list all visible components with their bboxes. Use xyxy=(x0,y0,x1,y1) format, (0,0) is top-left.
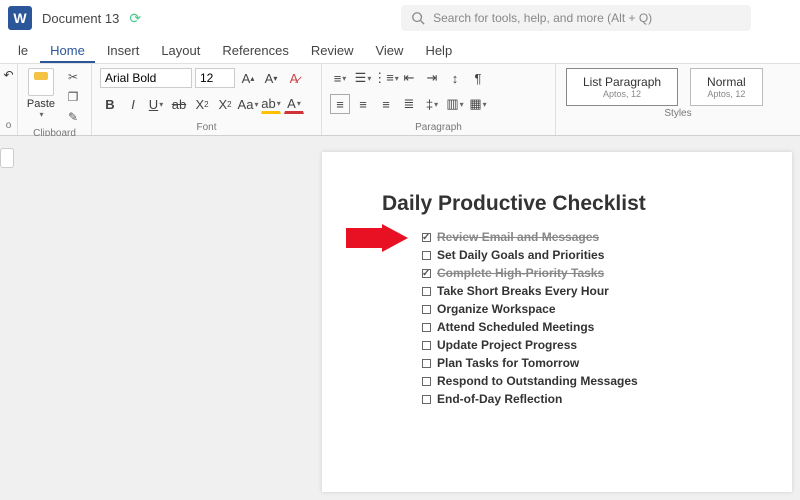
align-center-button[interactable]: ≡ xyxy=(353,94,373,114)
checkbox-icon[interactable] xyxy=(422,323,431,332)
underline-button[interactable]: U▾ xyxy=(146,94,166,114)
checklist-item[interactable]: Plan Tasks for Tomorrow xyxy=(422,354,762,372)
checkbox-icon[interactable] xyxy=(422,233,431,242)
search-box[interactable]: Search for tools, help, and more (Alt + … xyxy=(401,5,751,31)
clipboard-group: Paste ▾ ✂ ❐ ✎ Clipboard xyxy=(18,64,92,135)
bold-button[interactable]: B xyxy=(100,94,120,114)
checklist-item[interactable]: Attend Scheduled Meetings xyxy=(422,318,762,336)
checkbox-icon[interactable] xyxy=(422,287,431,296)
multilevel-button[interactable]: ⋮≡▾ xyxy=(376,68,396,88)
indent-inc-button[interactable]: ⇥ xyxy=(422,68,442,88)
justify-button[interactable]: ≣ xyxy=(399,94,419,114)
document-area: Daily Productive Checklist Review Email … xyxy=(0,136,800,500)
bullets-button[interactable]: ≡▾ xyxy=(330,68,350,88)
style-card[interactable]: List ParagraphAptos, 12 xyxy=(566,68,678,106)
side-pane-tab[interactable] xyxy=(0,148,14,168)
grow-font-icon[interactable]: A▴ xyxy=(238,68,258,88)
paste-icon xyxy=(28,68,54,96)
font-label: Font xyxy=(100,122,313,133)
menu-view[interactable]: View xyxy=(365,38,413,63)
ribbon: ↶ o Paste ▾ ✂ ❐ ✎ Clipboard A▴ A▾ A̷ xyxy=(0,64,800,136)
menu-bar: leHomeInsertLayoutReferencesReviewViewHe… xyxy=(0,36,800,64)
autosave-icon[interactable]: ⟳ xyxy=(129,10,141,27)
indent-dec-button[interactable]: ⇤ xyxy=(399,68,419,88)
checklist: Review Email and MessagesSet Daily Goals… xyxy=(382,228,762,408)
shading-button[interactable]: ▥▾ xyxy=(445,94,465,114)
checklist-item[interactable]: Take Short Breaks Every Hour xyxy=(422,282,762,300)
shrink-font-icon[interactable]: A▾ xyxy=(261,68,281,88)
checkbox-icon[interactable] xyxy=(422,395,431,404)
checklist-item[interactable]: End-of-Day Reflection xyxy=(422,390,762,408)
menu-home[interactable]: Home xyxy=(40,38,95,63)
paragraph-label: Paragraph xyxy=(330,122,547,133)
sort-button[interactable]: ↕ xyxy=(445,68,465,88)
page[interactable]: Daily Productive Checklist Review Email … xyxy=(322,152,792,492)
checklist-item[interactable]: Set Daily Goals and Priorities xyxy=(422,246,762,264)
strike-button[interactable]: ab xyxy=(169,94,189,114)
menu-references[interactable]: References xyxy=(212,38,298,63)
search-icon xyxy=(411,11,425,25)
menu-le[interactable]: le xyxy=(8,38,38,63)
superscript-button[interactable]: X2 xyxy=(215,94,235,114)
checkbox-icon[interactable] xyxy=(422,377,431,386)
word-app-icon: W xyxy=(8,6,32,30)
paragraph-group: ≡▾ ☰▾ ⋮≡▾ ⇤ ⇥ ↕ ¶ ≡ ≡ ≡ ≣ ‡▾ ▥▾ ▦▾ Parag… xyxy=(322,64,556,135)
checklist-item[interactable]: Update Project Progress xyxy=(422,336,762,354)
align-right-button[interactable]: ≡ xyxy=(376,94,396,114)
numbering-button[interactable]: ☰▾ xyxy=(353,68,373,88)
font-name-select[interactable] xyxy=(100,68,192,88)
checkbox-icon[interactable] xyxy=(422,269,431,278)
menu-help[interactable]: Help xyxy=(415,38,462,63)
menu-insert[interactable]: Insert xyxy=(97,38,150,63)
style-gallery: List ParagraphAptos, 12 NormalAptos, 12 xyxy=(566,68,790,106)
align-left-button[interactable]: ≡ xyxy=(330,94,350,114)
menu-layout[interactable]: Layout xyxy=(151,38,210,63)
styles-label: Styles xyxy=(566,108,790,119)
case-button[interactable]: Aa▾ xyxy=(238,94,258,114)
cut-icon[interactable]: ✂ xyxy=(63,68,83,86)
format-painter-icon[interactable]: ✎ xyxy=(63,108,83,126)
undo-icon[interactable]: ↶ xyxy=(3,68,13,82)
font-group: A▴ A▾ A̷ B I U▾ ab X2 X2 Aa▾ ab▾ A▾ Font xyxy=(92,64,322,135)
italic-button[interactable]: I xyxy=(123,94,143,114)
checkbox-icon[interactable] xyxy=(422,341,431,350)
checkbox-icon[interactable] xyxy=(422,359,431,368)
checklist-item[interactable]: Review Email and Messages xyxy=(422,228,762,246)
borders-button[interactable]: ▦▾ xyxy=(468,94,488,114)
document-title: Document 13 xyxy=(42,11,119,26)
paste-button[interactable]: Paste ▾ xyxy=(26,68,56,119)
copy-icon[interactable]: ❐ xyxy=(63,88,83,106)
checklist-item[interactable]: Respond to Outstanding Messages xyxy=(422,372,762,390)
checkbox-icon[interactable] xyxy=(422,251,431,260)
ribbon-collapse[interactable]: ↶ o xyxy=(0,64,18,135)
font-color-button[interactable]: A▾ xyxy=(284,94,304,114)
checklist-item[interactable]: Organize Workspace xyxy=(422,300,762,318)
checkbox-icon[interactable] xyxy=(422,305,431,314)
clear-format-icon[interactable]: A̷ xyxy=(284,68,304,88)
menu-review[interactable]: Review xyxy=(301,38,364,63)
search-placeholder: Search for tools, help, and more (Alt + … xyxy=(433,11,652,25)
styles-group: List ParagraphAptos, 12 NormalAptos, 12 S… xyxy=(556,64,800,135)
show-marks-button[interactable]: ¶ xyxy=(468,68,488,88)
doc-heading: Daily Productive Checklist xyxy=(382,192,762,216)
style-card[interactable]: NormalAptos, 12 xyxy=(690,68,763,106)
font-size-select[interactable] xyxy=(195,68,235,88)
title-bar: W Document 13 ⟳ Search for tools, help, … xyxy=(0,0,800,36)
line-spacing-button[interactable]: ‡▾ xyxy=(422,94,442,114)
checklist-item[interactable]: Complete High-Priority Tasks xyxy=(422,264,762,282)
highlight-button[interactable]: ab▾ xyxy=(261,94,281,114)
subscript-button[interactable]: X2 xyxy=(192,94,212,114)
